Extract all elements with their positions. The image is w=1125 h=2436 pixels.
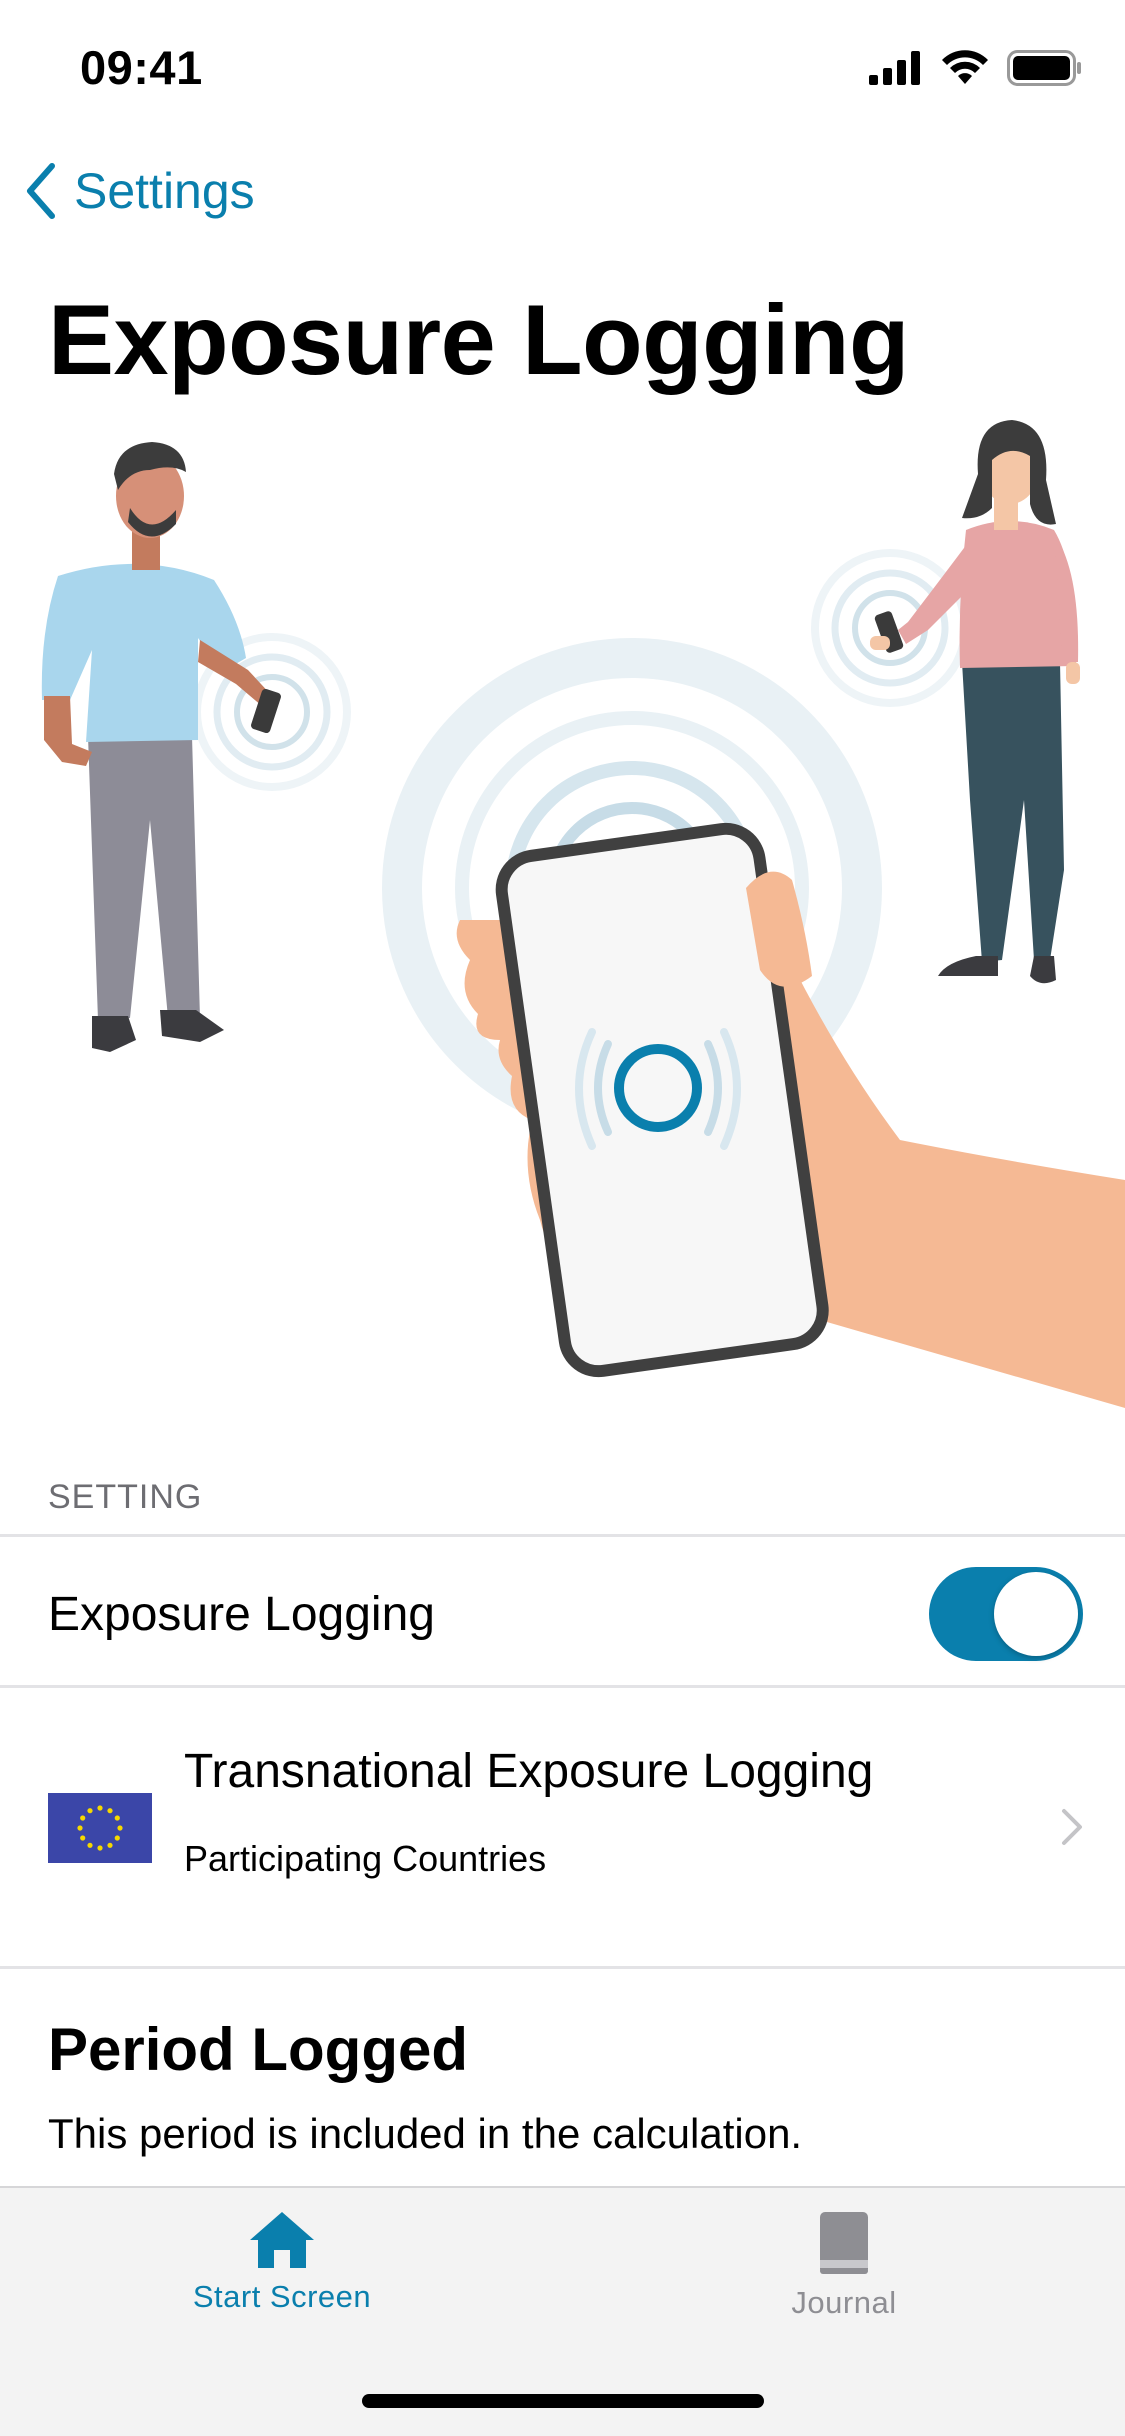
period-title: Period Logged xyxy=(48,2016,468,2083)
status-bar: 09:41 xyxy=(0,0,1125,132)
man-figure xyxy=(41,442,281,1052)
transnational-title: Transnational Exposure Logging xyxy=(184,1745,874,1798)
period-text: This period is included in the calculati… xyxy=(48,2110,803,2157)
cellular-signal-icon xyxy=(869,51,920,85)
book-icon xyxy=(820,2212,868,2274)
battery-icon xyxy=(1007,50,1081,86)
exposure-logging-illustration xyxy=(41,420,1125,1408)
screen: 09:41 Settings Exposure Logging SETTING … xyxy=(0,0,1125,2436)
chevron-right-icon xyxy=(1062,1809,1082,1845)
home-indicator[interactable] xyxy=(362,2394,764,2408)
page-title: Exposure Logging xyxy=(48,284,910,395)
tab-journal-label: Journal xyxy=(791,2285,897,2320)
hand-with-phone xyxy=(456,822,1125,1408)
back-button-label: Settings xyxy=(74,163,255,219)
transnational-subtitle: Participating Countries xyxy=(184,1838,547,1879)
section-header: SETTING xyxy=(48,1478,203,1516)
exposure-logging-toggle[interactable] xyxy=(929,1567,1083,1661)
toggle-knob xyxy=(994,1572,1078,1656)
status-icons xyxy=(869,46,1083,90)
chevron-left-icon xyxy=(27,163,55,219)
tab-start-screen-label: Start Screen xyxy=(192,2279,372,2314)
exposure-logging-label: Exposure Logging xyxy=(48,1588,435,1641)
transnational-exposure-logging-row[interactable]: Transnational Exposure Logging Participa… xyxy=(0,1688,1125,1966)
exposure-logging-row: Exposure Logging xyxy=(0,1537,1125,1685)
status-time: 09:41 xyxy=(80,41,203,94)
tab-journal[interactable]: Journal xyxy=(694,2210,994,2321)
back-button[interactable]: Settings xyxy=(24,162,255,220)
home-icon xyxy=(250,2212,314,2268)
tab-start-screen[interactable]: Start Screen xyxy=(132,2210,432,2315)
divider xyxy=(0,1966,1125,1969)
eu-flag-icon xyxy=(48,1793,152,1863)
wifi-icon xyxy=(942,50,988,84)
